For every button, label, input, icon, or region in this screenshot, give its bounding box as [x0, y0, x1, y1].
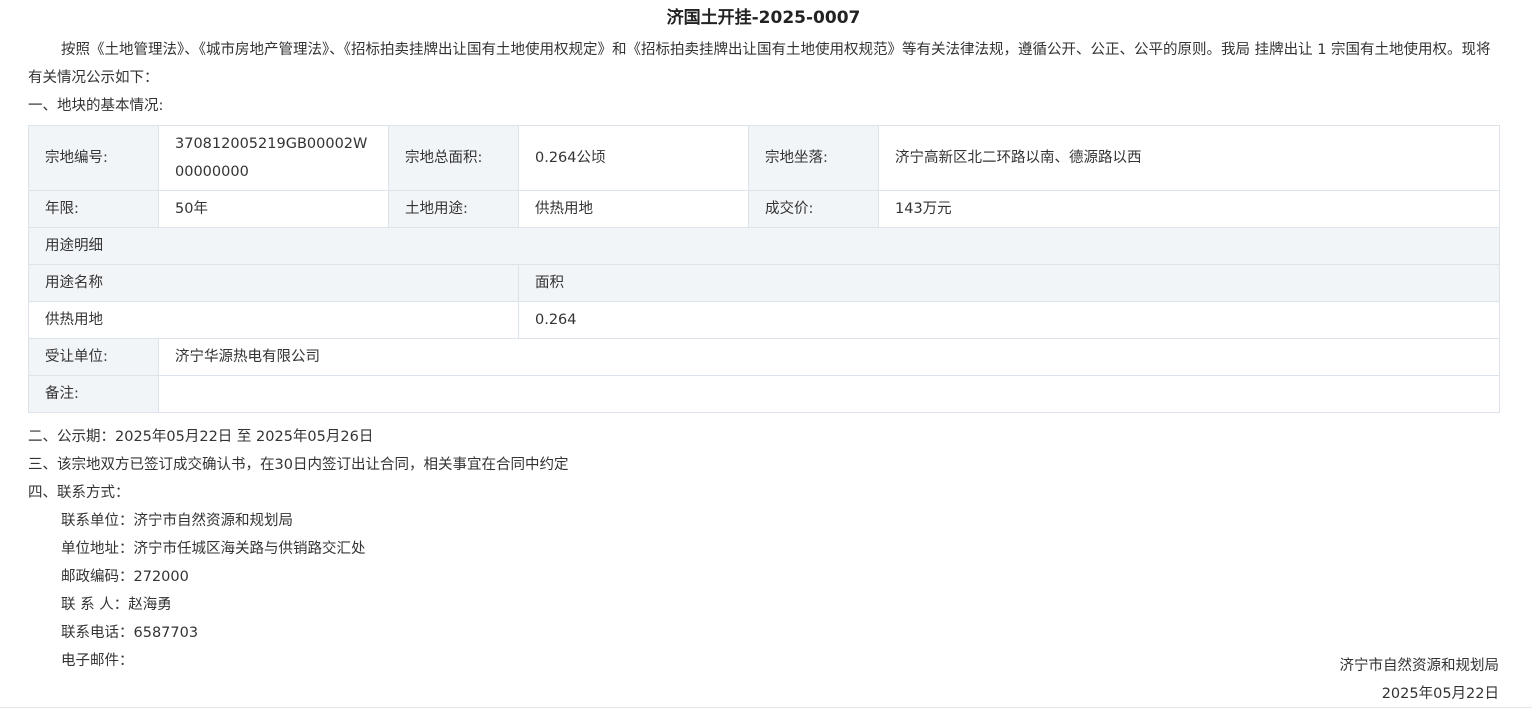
land-use-label: 土地用途:: [388, 190, 519, 228]
transferee-value: 济宁华源热电有限公司: [158, 338, 1500, 376]
term-label: 年限:: [28, 190, 159, 228]
page-title: 济国土开挂-2025-0007: [666, 8, 861, 28]
section-contact-heading: 四、联系方式：: [28, 485, 130, 501]
section-contract-note: 三、该宗地双方已签订成交确认书，在30日内签订出让合同，相关事宜在合同中约定: [28, 457, 569, 473]
land-use-value: 供热用地: [518, 190, 749, 228]
remark-value: [158, 375, 1500, 413]
contact-phone: 联系电话：6587703: [61, 625, 199, 641]
parcel-number-value: 370812005219GB00002W00000000: [158, 125, 389, 191]
land-info-table: 宗地编号: 370812005219GB00002W00000000 宗地总面积…: [28, 125, 1500, 413]
contact-person: 联 系 人：赵海勇: [61, 597, 172, 613]
table-row: 宗地编号: 370812005219GB00002W00000000 宗地总面积…: [28, 125, 1500, 191]
remark-label: 备注:: [28, 375, 159, 413]
deal-price-label: 成交价:: [748, 190, 879, 228]
intro-paragraph: 按照《土地管理法》、《城市房地产管理法》、《招标拍卖挂牌出让国有土地使用权规定》…: [28, 42, 1491, 86]
table-row: 用途明细: [28, 227, 1500, 265]
table-row: 用途名称 面积: [28, 264, 1500, 302]
usage-area-header: 面积: [518, 264, 1500, 302]
parcel-number-label: 宗地编号:: [28, 125, 159, 191]
section-basic-info-heading: 一、地块的基本情况:: [28, 98, 164, 114]
usage-area-value: 0.264: [518, 301, 1500, 339]
table-row: 备注:: [28, 375, 1500, 413]
signature-block: 济宁市自然资源和规划局 2025年05月22日: [28, 652, 1500, 708]
table-row: 供热用地 0.264: [28, 301, 1500, 339]
signature-date: 2025年05月22日: [1381, 686, 1499, 702]
location-label: 宗地坐落:: [748, 125, 879, 191]
transferee-label: 受让单位:: [28, 338, 159, 376]
location-value: 济宁高新区北二环路以南、德源路以西: [878, 125, 1500, 191]
bottom-divider: [0, 707, 1532, 708]
contact-postcode: 邮政编码：272000: [61, 569, 189, 585]
signature-org: 济宁市自然资源和规划局: [1339, 658, 1500, 674]
contact-unit: 联系单位：济宁市自然资源和规划局: [61, 513, 293, 529]
usage-detail-heading: 用途明细: [28, 227, 1500, 265]
term-value: 50年: [158, 190, 389, 228]
total-area-label: 宗地总面积:: [388, 125, 519, 191]
contact-address: 单位地址：济宁市任城区海关路与供销路交汇处: [61, 541, 366, 557]
usage-name-header: 用途名称: [28, 264, 519, 302]
deal-price-value: 143万元: [878, 190, 1500, 228]
total-area-value: 0.264公顷: [518, 125, 749, 191]
usage-name-value: 供热用地: [28, 301, 519, 339]
announcement: 济国土开挂-2025-0007 按照《土地管理法》、《城市房地产管理法》、《招标…: [28, 0, 1500, 675]
table-row: 年限: 50年 土地用途: 供热用地 成交价: 143万元: [28, 190, 1500, 228]
table-row: 受让单位: 济宁华源热电有限公司: [28, 338, 1500, 376]
section-publicity-period: 二、公示期：2025年05月22日 至 2025年05月26日: [28, 429, 374, 445]
